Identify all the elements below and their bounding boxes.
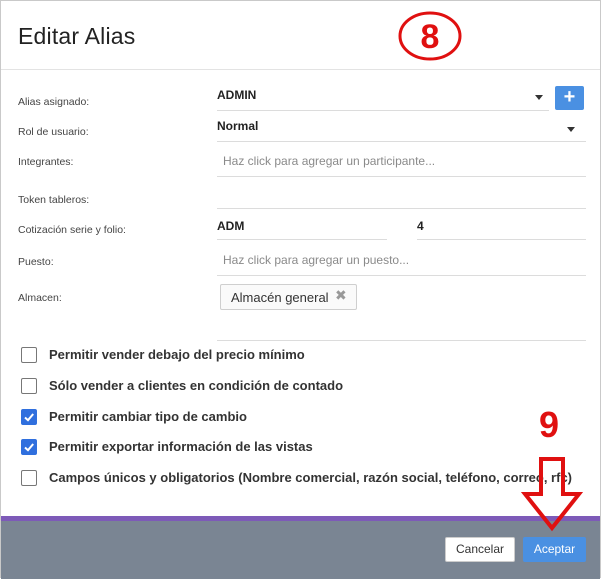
dialog-title: Editar Alias [18,23,136,49]
accept-button[interactable]: Aceptar [523,537,586,562]
add-alias-button[interactable]: + [555,86,584,110]
checkbox-label: Permitir exportar información de las vis… [49,439,313,454]
checkbox-label: Permitir vender debajo del precio mínimo [49,347,305,362]
alias-select[interactable]: ADMIN [217,85,549,111]
puesto-input[interactable]: Haz click para agregar un puesto... [217,248,586,276]
step-8-annotation: 8 [398,11,462,61]
integrantes-input[interactable]: Haz click para agregar un participante..… [217,149,586,177]
checkbox-label: Permitir cambiar tipo de cambio [49,409,247,424]
alias-label: Alias asignado: [18,96,90,108]
checkbox-contado[interactable] [21,378,37,394]
rol-select[interactable]: Normal [217,117,586,142]
edit-alias-dialog: Editar Alias 8 Alias asignado: ADMIN + R… [0,0,601,579]
checkbox-label: Sólo vender a clientes en condición de c… [49,378,344,393]
serie-input[interactable]: ADM [217,216,387,240]
arrow-down-icon [521,457,583,532]
token-input[interactable] [217,183,586,209]
chevron-down-icon [567,127,575,132]
token-label: Token tableros: [18,194,90,206]
almacen-chip: Almacén general ✖ [220,284,357,310]
integrantes-label: Integrantes: [18,156,74,168]
checkbox-label: Campos únicos y obligatorios (Nombre com… [49,470,573,485]
rol-value: Normal [217,119,259,133]
almacen-chip-label: Almacén general [231,290,329,305]
step-8-number: 8 [421,18,440,56]
checkbox-tipo-cambio[interactable] [21,409,37,425]
checkbox-exportar[interactable] [21,439,37,455]
cotizacion-label: Cotización serie y folio: [18,224,126,236]
serie-value: ADM [217,219,245,233]
integrantes-placeholder: Haz click para agregar un participante..… [223,154,436,168]
checkmark-icon [24,443,34,452]
rol-label: Rol de usuario: [18,126,89,138]
alias-value: ADMIN [217,88,257,102]
header-divider [1,69,600,70]
almacen-label: Almacen: [18,292,62,304]
puesto-placeholder: Haz click para agregar un puesto... [223,253,410,267]
checkbox-campos-unicos[interactable] [21,470,37,486]
remove-chip-icon[interactable]: ✖ [335,287,347,304]
folio-value: 4 [417,219,424,233]
puesto-label: Puesto: [18,256,54,268]
cancel-button[interactable]: Cancelar [445,537,515,562]
chevron-down-icon [535,95,543,100]
checkbox-precio-minimo[interactable] [21,347,37,363]
checkmark-icon [24,413,34,422]
step-9-annotation: 9 [539,404,560,445]
folio-input[interactable]: 4 [417,216,586,240]
